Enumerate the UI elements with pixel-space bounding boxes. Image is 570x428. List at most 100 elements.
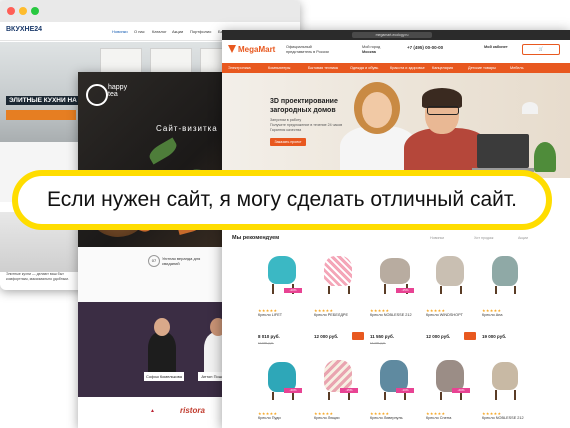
nav-item[interactable]: Детские товары [468,66,496,70]
chair-image [436,256,464,286]
banner-text: Если нужен сайт, я могу сделать отличный… [47,188,517,211]
chair-leg [328,286,330,294]
chair-leg [384,392,386,400]
discount-badge: -10% [396,388,414,393]
product-card[interactable]: -10% ★★★★★ Кресло Ливерпуль [368,356,422,428]
message-banner: Если нужен сайт, я могу сделать отличный… [12,170,552,230]
chair-leg [514,390,516,400]
product-card[interactable]: -20% ★★★★★ Кресло Cnerra [424,356,478,428]
nav-item[interactable]: Бытовая техника [308,66,338,70]
address-bar[interactable]: megamart-ecology.ru [352,32,432,38]
kitchen-logo[interactable]: ВКУХНЕ24 [6,26,42,33]
product-card[interactable]: ★★★★★ Кресло Ана 19 000 руб. [480,252,534,352]
product-name[interactable]: Кресло Ана [482,313,503,317]
kitchen-menu-item[interactable]: Новинки [112,29,128,34]
add-to-cart-button[interactable] [352,332,364,340]
product-name[interactable]: Кресло Люции [314,416,340,420]
nav-item[interactable]: Электроника [228,66,251,70]
add-to-cart-button[interactable] [464,332,476,340]
partner-logo: ristora [180,406,205,415]
chair-leg [460,392,462,400]
plant-image [534,142,556,172]
product-price: 12 000 руб. [426,334,451,339]
product-price: 11 550 руб. [370,334,394,339]
chair-leg [348,392,350,400]
old-price: 13 400 руб. [370,341,386,345]
maximize-dot-icon[interactable] [31,7,39,15]
close-dot-icon[interactable] [7,7,15,15]
product-card[interactable]: ★★★★★ Кресло РЕБЕЛДРЕ 12 000 руб. [312,252,366,352]
megamart-logo-text: MegaMart [238,45,276,54]
discount-badge: -20% [284,388,302,393]
product-name[interactable]: Кресло NOBLESSE 212 [482,416,524,420]
discount-badge: -20% [452,388,470,393]
section-tab[interactable]: Хит продаж [474,236,493,240]
discount-badge: -15% [396,288,414,293]
product-card[interactable]: -15% ★★★★★ Кресло Люции [312,356,366,428]
product-name[interactable]: Кресло WINDSHOPT [426,313,463,317]
chair-leg [404,392,406,400]
city-value[interactable]: Москва [362,50,376,55]
product-price: 8 010 руб. [258,334,280,339]
product-name[interactable]: Кресло LIFET [258,313,282,317]
lamp-image [522,102,538,114]
section-tab[interactable]: Акции [518,236,528,240]
product-name[interactable]: Кресло NOBLESSE 212 [370,313,412,317]
phone-number[interactable]: +7 (495) 00-00-00 [407,45,443,51]
person-photo [148,332,176,372]
chair-image [380,258,410,284]
kitchen-menu-item[interactable]: Каталог [152,29,167,34]
kitchen-hero-strip [6,110,76,120]
product-price: 12 000 руб. [314,334,339,339]
feature-text: Уютная веранда для свиданий [162,256,201,266]
product-name[interactable]: Кресло Cnerra [426,416,451,420]
chair-leg [440,286,442,294]
tea-team-section [78,302,238,397]
megamart-tagline: Официальный представитель в России [286,45,329,54]
product-name[interactable]: Кресло Ливерпуль [370,416,403,420]
nav-item[interactable]: Канцелярия [432,66,453,70]
tea-title: Сайт-визитка [156,124,218,133]
chair-leg [495,390,497,400]
product-name[interactable]: Кресло РЕБЕЛДРЕ [314,313,348,317]
megamart-nav: Электроника Компьютеры Бытовая техника О… [222,63,570,73]
tea-brand-word: happy [108,84,128,91]
product-name[interactable]: Кресло Пуди [258,416,281,420]
product-card[interactable]: ★★★★★ Кресло NOBLESSE 212 [480,356,534,428]
product-card[interactable]: -20% ★★★★★ Кресло LIFET 8 010 руб. 10 99… [256,252,310,352]
hero-bullets: Запустим в работу Получите предложение в… [270,118,370,133]
megamart-logo[interactable]: MegaMart [228,45,275,54]
minimize-dot-icon[interactable] [19,7,27,15]
nav-item[interactable]: Компьютеры [268,66,290,70]
nav-item[interactable]: Мебель [510,66,524,70]
discount-badge: -15% [340,388,358,393]
hero-order-button[interactable]: Заказать проект [270,138,306,146]
chair-leg [348,286,350,294]
chair-leg [440,392,442,400]
tea-brand-name[interactable]: happy tea [108,84,127,98]
laptop-image [477,134,529,168]
chair-leg [292,392,294,400]
account-link[interactable]: Мой кабинет [484,45,508,50]
kitchen-menu-item[interactable]: Акции [172,29,183,34]
feature-number: 07 [148,255,160,267]
chair-leg [272,284,274,294]
leaf-decoration [146,137,180,165]
chair-image [324,256,352,286]
product-price: 19 000 руб. [482,334,507,339]
product-card[interactable]: -15% ★★★★★ Кресло NOBLESSE 212 11 550 ру… [368,252,422,352]
product-card[interactable]: -20% ★★★★★ Кресло Пуди [256,356,310,428]
tea-logo-icon[interactable] [86,84,108,106]
old-price: 10 990 руб. [258,341,274,345]
browser-chrome [0,0,300,23]
kitchen-menu-item[interactable]: О нас [134,29,145,34]
nav-item[interactable]: Одежда и обувь [350,66,378,70]
section-tab[interactable]: Новинки [430,236,444,240]
tea-brand-word: tea [108,91,118,98]
chair-image [492,256,518,286]
kitchen-menu-item[interactable]: Портфолио [190,29,211,34]
product-card[interactable]: ★★★★★ Кресло WINDSHOPT 12 000 руб. [424,252,478,352]
chair-image [492,362,518,390]
cart-button[interactable]: 🛒 [522,44,560,55]
nav-item[interactable]: Красота и здоровье [390,66,425,70]
